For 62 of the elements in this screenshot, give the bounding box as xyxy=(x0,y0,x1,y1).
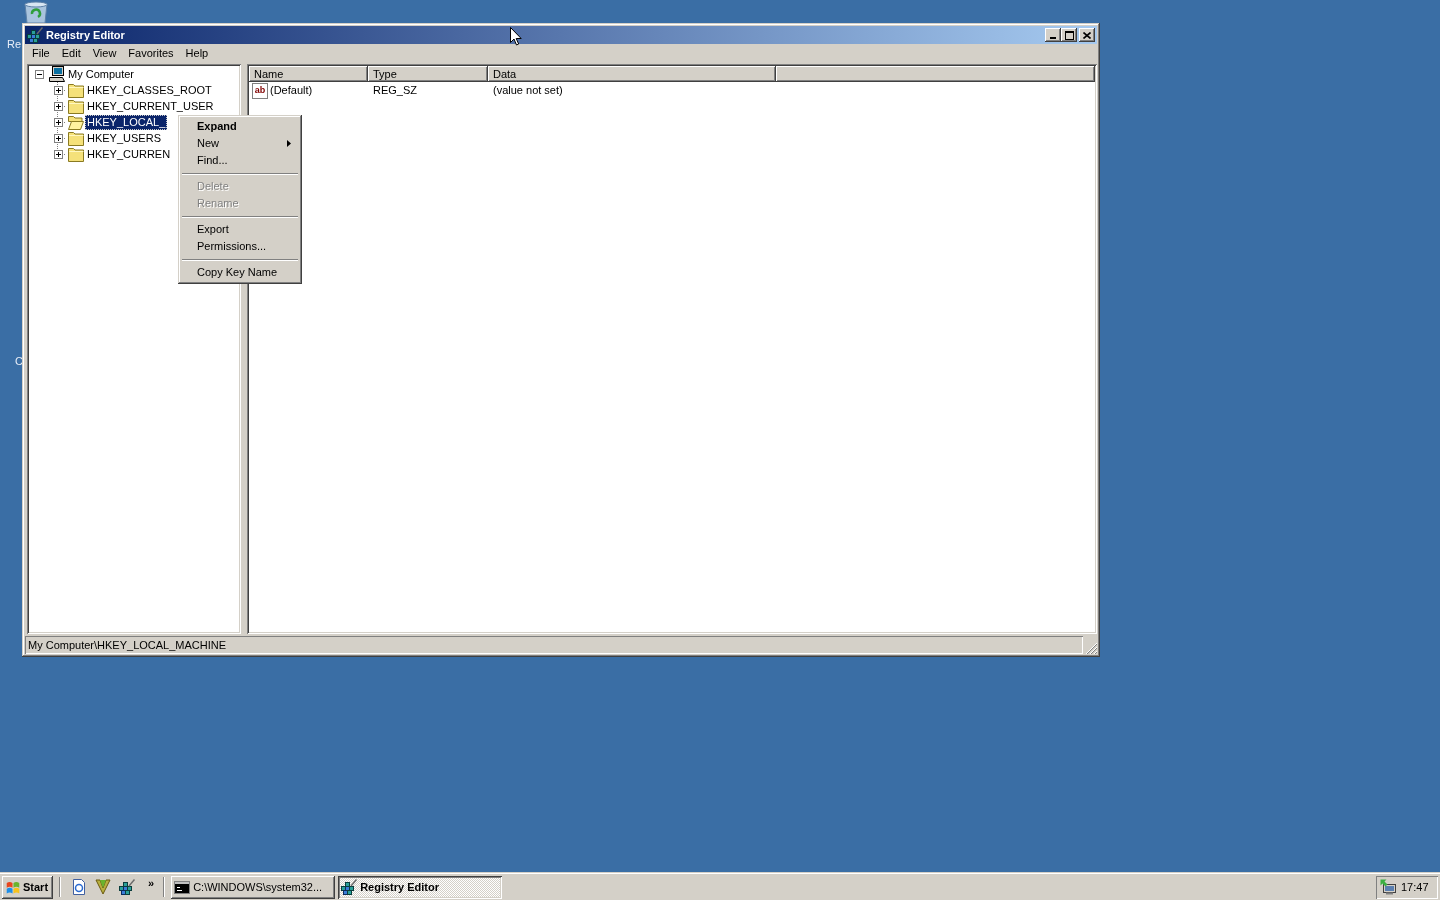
menu-item[interactable]: Export xyxy=(181,221,299,238)
flag-icon xyxy=(6,880,20,894)
maximize-button[interactable] xyxy=(1061,28,1077,42)
folder-icon xyxy=(68,82,84,98)
page-icon[interactable] xyxy=(71,879,87,895)
wedge-icon[interactable] xyxy=(95,879,111,895)
desktop-icon-label[interactable]: Re xyxy=(7,39,22,50)
column-header[interactable]: Type xyxy=(368,66,488,82)
column-header[interactable]: Data xyxy=(488,66,776,82)
close-button[interactable] xyxy=(1079,28,1095,42)
expand-icon[interactable] xyxy=(53,133,63,143)
expand-icon[interactable] xyxy=(53,101,63,111)
menu-item[interactable]: Copy Key Name xyxy=(181,264,299,281)
blocks-icon[interactable] xyxy=(119,879,135,895)
console-window-icon xyxy=(174,880,191,894)
table-cell-text: (value not set) xyxy=(492,85,564,96)
clock: 17:47 xyxy=(1401,881,1429,893)
menu-item[interactable]: File xyxy=(26,46,56,61)
submenu-arrow-icon xyxy=(287,140,291,147)
menu-item[interactable]: Expand xyxy=(181,118,299,135)
column-header[interactable]: Name xyxy=(249,66,368,82)
tree-item[interactable]: My Computer xyxy=(66,66,137,82)
tree-item[interactable]: HKEY_CLASSES_ROOT xyxy=(85,82,214,98)
maximize-icon xyxy=(1064,30,1074,40)
recycle-bin-icon[interactable] xyxy=(22,1,50,23)
blocks-icon xyxy=(341,879,358,895)
menu-item[interactable]: Help xyxy=(179,46,215,61)
tree-item[interactable]: HKEY_LOCAL_ xyxy=(85,114,168,130)
menu-item[interactable]: Favorites xyxy=(122,46,180,61)
value-type-badge: ab xyxy=(252,82,268,99)
pointer-cursor-icon xyxy=(510,27,522,46)
minimize-button[interactable] xyxy=(1045,28,1061,42)
taskbar-button[interactable]: C:\WINDOWS\system32... xyxy=(171,875,336,899)
computer-icon xyxy=(49,66,65,82)
window-title: Registry Editor xyxy=(46,29,125,41)
close-icon xyxy=(1083,31,1091,39)
resize-grip-icon[interactable] xyxy=(1085,642,1097,654)
menu-item[interactable]: View xyxy=(86,46,123,61)
expand-icon[interactable] xyxy=(53,149,63,159)
chevron-button[interactable]: » xyxy=(145,878,158,889)
folder-icon xyxy=(68,146,84,162)
menu-item[interactable]: New xyxy=(181,135,299,152)
folder-icon xyxy=(68,98,84,114)
expand-icon[interactable] xyxy=(53,117,63,127)
blocks-icon xyxy=(27,27,43,43)
menu-item[interactable]: Find... xyxy=(181,152,299,169)
value-name[interactable]: (Default) xyxy=(269,83,314,98)
menu-item[interactable]: Edit xyxy=(55,46,87,61)
start-button[interactable]: Start xyxy=(2,875,53,899)
open-folder-icon xyxy=(68,114,84,130)
tree-item[interactable]: HKEY_USERS xyxy=(85,130,163,146)
folder-icon xyxy=(68,130,84,146)
status-bar-text: My Computer\HKEY_LOCAL_MACHINE xyxy=(25,636,1083,654)
expand-icon[interactable] xyxy=(53,85,63,95)
tree-item[interactable]: HKEY_CURRENT_USER xyxy=(85,98,216,114)
taskbar-button[interactable]: Registry Editor xyxy=(338,875,503,899)
desktop-icon-label[interactable]: C xyxy=(15,356,23,367)
table-cell-text: REG_SZ xyxy=(372,85,418,96)
monitor-arrow-icon[interactable] xyxy=(1380,879,1396,895)
tree-item[interactable]: HKEY_CURREN xyxy=(85,146,173,162)
collapse-icon[interactable] xyxy=(34,69,44,79)
menu-item[interactable]: Permissions... xyxy=(181,238,299,255)
